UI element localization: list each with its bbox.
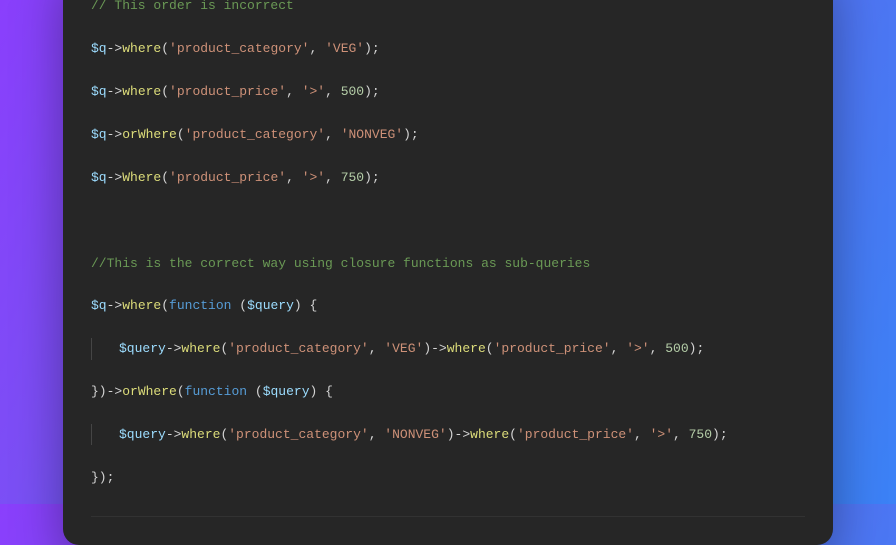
code-line: $q->orWhere('product_category', 'NONVEG'… xyxy=(91,124,805,145)
code-line: $q->where(function ($query) { xyxy=(91,295,805,316)
code-line: $query->where('product_category', 'NONVE… xyxy=(91,424,805,445)
indent-guide xyxy=(91,338,92,359)
code-line: //This is the correct way using closure … xyxy=(91,253,805,274)
code-block: // This order is incorrect $q->where('pr… xyxy=(91,0,805,510)
code-line: $q->where('product_price', '>', 500); xyxy=(91,81,805,102)
bottom-ruler xyxy=(91,516,805,517)
code-card: // This order is incorrect $q->where('pr… xyxy=(63,0,833,545)
code-line: $q->where('product_category', 'VEG'); xyxy=(91,38,805,59)
code-line: }); xyxy=(91,467,805,488)
comment: //This is the correct way using closure … xyxy=(91,256,590,271)
code-line: $q->Where('product_price', '>', 750); xyxy=(91,167,805,188)
comment: // This order is incorrect xyxy=(91,0,294,13)
blank-line xyxy=(91,210,805,231)
code-line: $query->where('product_category', 'VEG')… xyxy=(91,338,805,359)
code-line: })->orWhere(function ($query) { xyxy=(91,381,805,402)
indent-guide xyxy=(91,424,92,445)
code-line: // This order is incorrect xyxy=(91,0,805,17)
